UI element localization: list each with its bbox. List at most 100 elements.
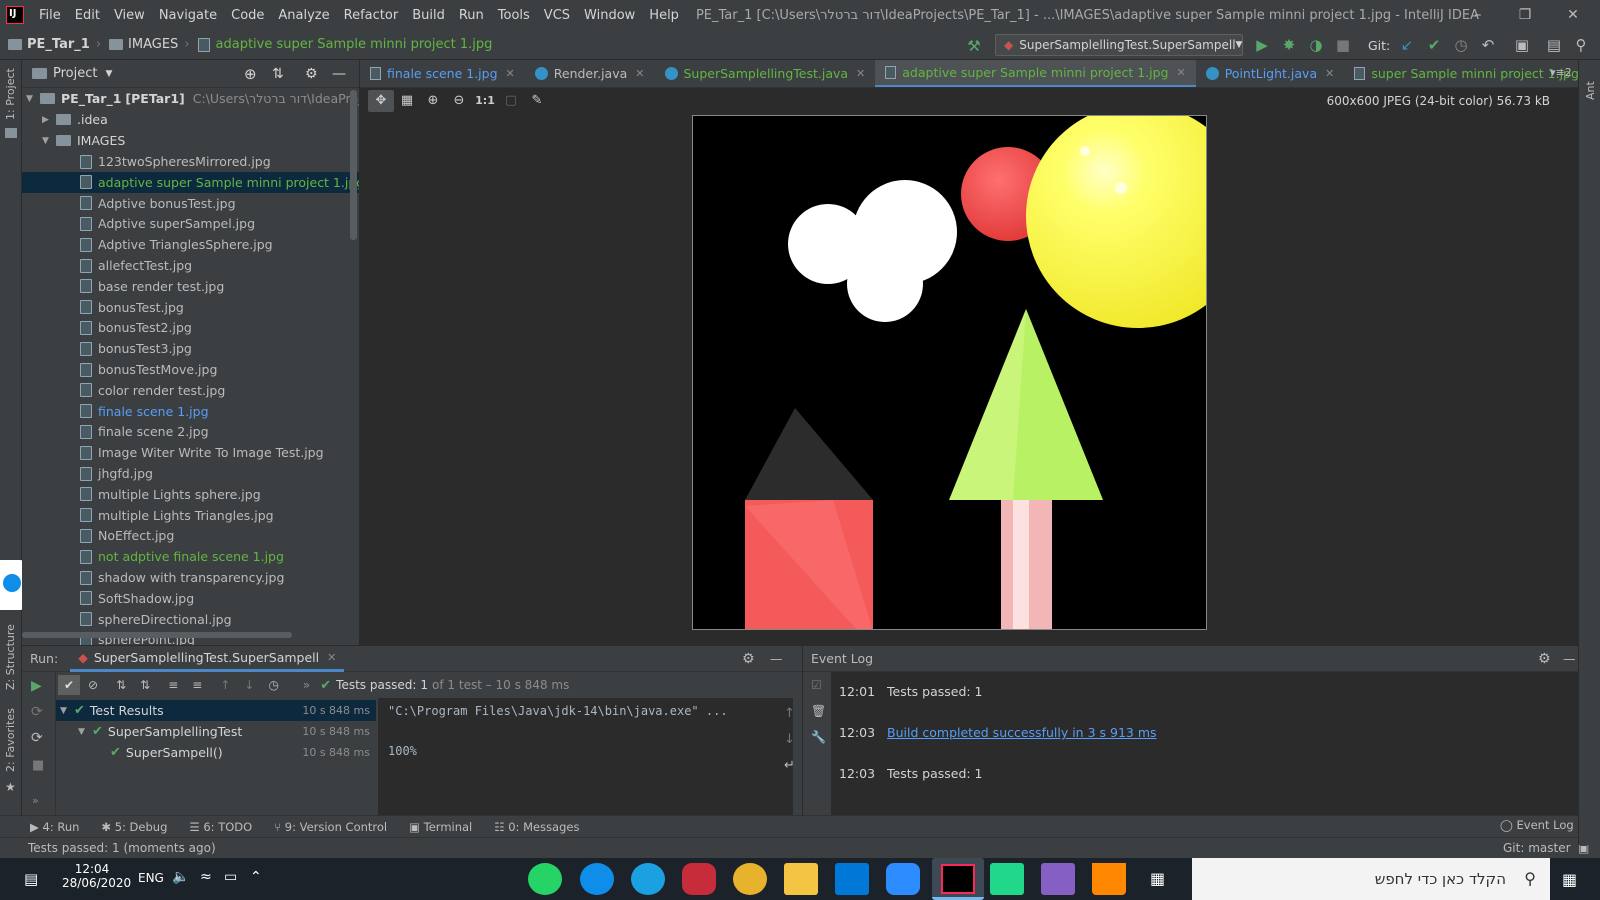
tool-tab[interactable]: ✱ 5: Debug — [101, 820, 167, 834]
stripe-favorites[interactable]: 2: Favorites — [4, 708, 17, 772]
expanded-arrow-icon[interactable]: ▼ — [78, 727, 92, 737]
close-window-button[interactable]: ✕ — [1550, 0, 1596, 30]
close-tab-icon[interactable]: ✕ — [1325, 67, 1334, 80]
collapsed-arrow-icon[interactable]: ▶ — [42, 115, 56, 125]
menu-navigate[interactable]: Navigate — [152, 8, 224, 23]
event-log-tool-tab[interactable]: ◯ Event Log — [1500, 818, 1574, 832]
collapse-all-icon[interactable]: ⇅ — [272, 66, 284, 82]
chevron-down-icon[interactable]: ▼ — [105, 69, 112, 79]
rerun-icon[interactable]: ▶ — [31, 678, 42, 694]
notification-icon[interactable]: ▤ — [24, 870, 38, 888]
close-tab-icon[interactable]: ✕ — [327, 651, 336, 664]
collapse-all-icon[interactable]: ≡ — [192, 678, 202, 692]
show-ignored-icon[interactable]: ⊘ — [88, 678, 98, 692]
settings-gear-icon[interactable]: ⚙ — [305, 66, 318, 82]
fit-zoom-icon[interactable]: ✥ — [368, 90, 394, 112]
editor-tab[interactable]: Render.java ✕ — [525, 60, 655, 87]
tree-file-item[interactable]: NoEffect.jpg — [22, 525, 359, 546]
menu-window[interactable]: Window — [577, 8, 642, 23]
language-indicator[interactable]: ENG — [138, 871, 164, 885]
git-branch-widget[interactable]: Git: master — [1503, 841, 1571, 855]
tree-file-item[interactable]: finale scene 2.jpg — [22, 421, 359, 442]
settings-gear-icon[interactable]: ⚙ — [742, 651, 755, 667]
history-icon[interactable]: ◷ — [1452, 36, 1470, 54]
show-hidden-icons[interactable]: ⌃ — [250, 869, 262, 885]
tool-tab[interactable]: ⑂ 9: Version Control — [274, 820, 387, 834]
editor-tab[interactable]: adaptive super Sample minni project 1.jp… — [875, 60, 1196, 87]
zoom-in-icon[interactable]: ⊕ — [420, 90, 446, 112]
console-output[interactable]: "C:\Program Files\Java\jdk-14\bin\java.e… — [378, 698, 793, 816]
tree-file-item[interactable]: bonusTest.jpg — [22, 297, 359, 318]
test-result-row[interactable]: ▼ ✔ Test Results 10 s 848 ms — [56, 700, 376, 721]
tree-file-item[interactable]: color render test.jpg — [22, 380, 359, 401]
tree-file-item[interactable]: Adptive bonusTest.jpg — [22, 193, 359, 214]
tree-file-item[interactable]: finale scene 1.jpg — [22, 401, 359, 422]
tree-file-item[interactable]: multiple Lights Triangles.jpg — [22, 505, 359, 526]
tool-tab[interactable]: ☰ 6: TODO — [189, 820, 252, 834]
pycharm-icon[interactable] — [990, 863, 1024, 895]
tool-tab[interactable]: ▶ 4: Run — [30, 820, 79, 834]
locate-file-icon[interactable]: ⊕ — [244, 65, 257, 83]
task-view-icon[interactable]: ▦ — [1150, 869, 1165, 888]
menu-analyze[interactable]: Analyze — [271, 8, 336, 23]
close-tab-icon[interactable]: ✕ — [1176, 66, 1185, 79]
breadcrumb-project[interactable]: PE_Tar_1 › — [8, 37, 101, 52]
tree-file-item[interactable]: bonusTestMove.jpg — [22, 359, 359, 380]
debug-icon[interactable]: ✸ — [1280, 36, 1298, 54]
close-tab-icon[interactable]: ✕ — [506, 67, 515, 80]
search-icon[interactable]: ⚲ — [1572, 36, 1590, 54]
color-picker-icon[interactable]: ✎ — [524, 90, 550, 112]
menu-refactor[interactable]: Refactor — [337, 8, 406, 23]
horizontal-scrollbar[interactable] — [22, 632, 292, 638]
git-update-icon[interactable]: ↙ — [1398, 36, 1416, 54]
tab-list-icon[interactable]: ▾≡2 — [1550, 66, 1572, 79]
expanded-arrow-icon[interactable]: ▼ — [42, 136, 56, 146]
tree-file-item[interactable]: multiple Lights sphere.jpg — [22, 484, 359, 505]
menu-edit[interactable]: Edit — [68, 8, 107, 23]
tree-file-item[interactable]: Image Witer Write To Image Test.jpg — [22, 442, 359, 463]
hide-panel-icon[interactable]: — — [332, 66, 346, 82]
tree-root-project[interactable]: ▼ PE_Tar_1 [PETar1] C:\Users\דור ברטלר\Idea… — [22, 88, 359, 109]
tool-tab[interactable]: ▣ Terminal — [409, 820, 472, 834]
breadcrumb-file[interactable]: adaptive super Sample minni project 1.jp… — [197, 37, 492, 52]
wifi-icon[interactable]: ≈ — [200, 869, 212, 885]
rerun-failed-icon[interactable]: ⟳ — [31, 704, 43, 720]
edge-icon[interactable] — [631, 863, 665, 895]
hide-panel-icon[interactable]: — — [770, 651, 783, 666]
test-history-icon[interactable]: ◷ — [268, 678, 278, 692]
actual-size-button[interactable]: 1:1 — [472, 90, 498, 112]
tree-file-item[interactable]: jhgfd.jpg — [22, 463, 359, 484]
menu-view[interactable]: View — [107, 8, 152, 23]
background-icon[interactable]: ▢ — [498, 90, 524, 112]
windows-start-icon[interactable]: ▦ — [1562, 870, 1577, 889]
run-configuration-select[interactable]: ◆ SuperSamplellingTest.SuperSampell ▼ — [995, 34, 1243, 56]
mark-read-icon[interactable]: ☑ — [811, 678, 822, 692]
run-icon[interactable]: ▶ — [1253, 36, 1271, 54]
expanded-arrow-icon[interactable]: ▼ — [60, 706, 74, 716]
sort-duration-icon[interactable]: ⇅ — [140, 678, 150, 692]
expanded-arrow-icon[interactable]: ▼ — [26, 94, 40, 104]
close-tab-icon[interactable]: ✕ — [856, 67, 865, 80]
git-commit-icon[interactable]: ✔ — [1425, 36, 1443, 54]
test-result-row[interactable]: ▼ ✔ SuperSamplellingTest 10 s 848 ms — [56, 721, 376, 742]
test-result-row[interactable]: ✔ SuperSampell() 10 s 848 ms — [56, 742, 376, 763]
vertical-scrollbar[interactable] — [350, 90, 357, 240]
menu-build[interactable]: Build — [405, 8, 452, 23]
tree-file-item[interactable]: bonusTest2.jpg — [22, 317, 359, 338]
whatsapp-icon[interactable] — [528, 863, 562, 895]
tree-folder-idea[interactable]: ▶ .idea — [22, 109, 359, 130]
show-passed-icon[interactable]: ✔ — [58, 675, 80, 695]
menu-code[interactable]: Code — [224, 8, 271, 23]
stop-icon[interactable]: ■ — [1334, 36, 1352, 54]
battery-icon[interactable]: ▭ — [224, 869, 237, 885]
stripe-structure[interactable]: Z: Structure — [4, 624, 17, 690]
wrench-icon[interactable]: 🔧 — [811, 730, 826, 744]
settings-gear-icon[interactable]: ⚙ — [1538, 651, 1551, 667]
visual-studio-icon[interactable] — [1041, 863, 1075, 895]
clear-log-icon[interactable]: 🗑 — [811, 704, 826, 718]
scroll-up-icon[interactable]: ↑ — [784, 706, 795, 721]
vlc-icon[interactable] — [1092, 863, 1126, 895]
zoom-out-icon[interactable]: ⊖ — [446, 90, 472, 112]
store-icon[interactable] — [835, 863, 869, 895]
teamviewer-icon[interactable] — [580, 863, 614, 895]
